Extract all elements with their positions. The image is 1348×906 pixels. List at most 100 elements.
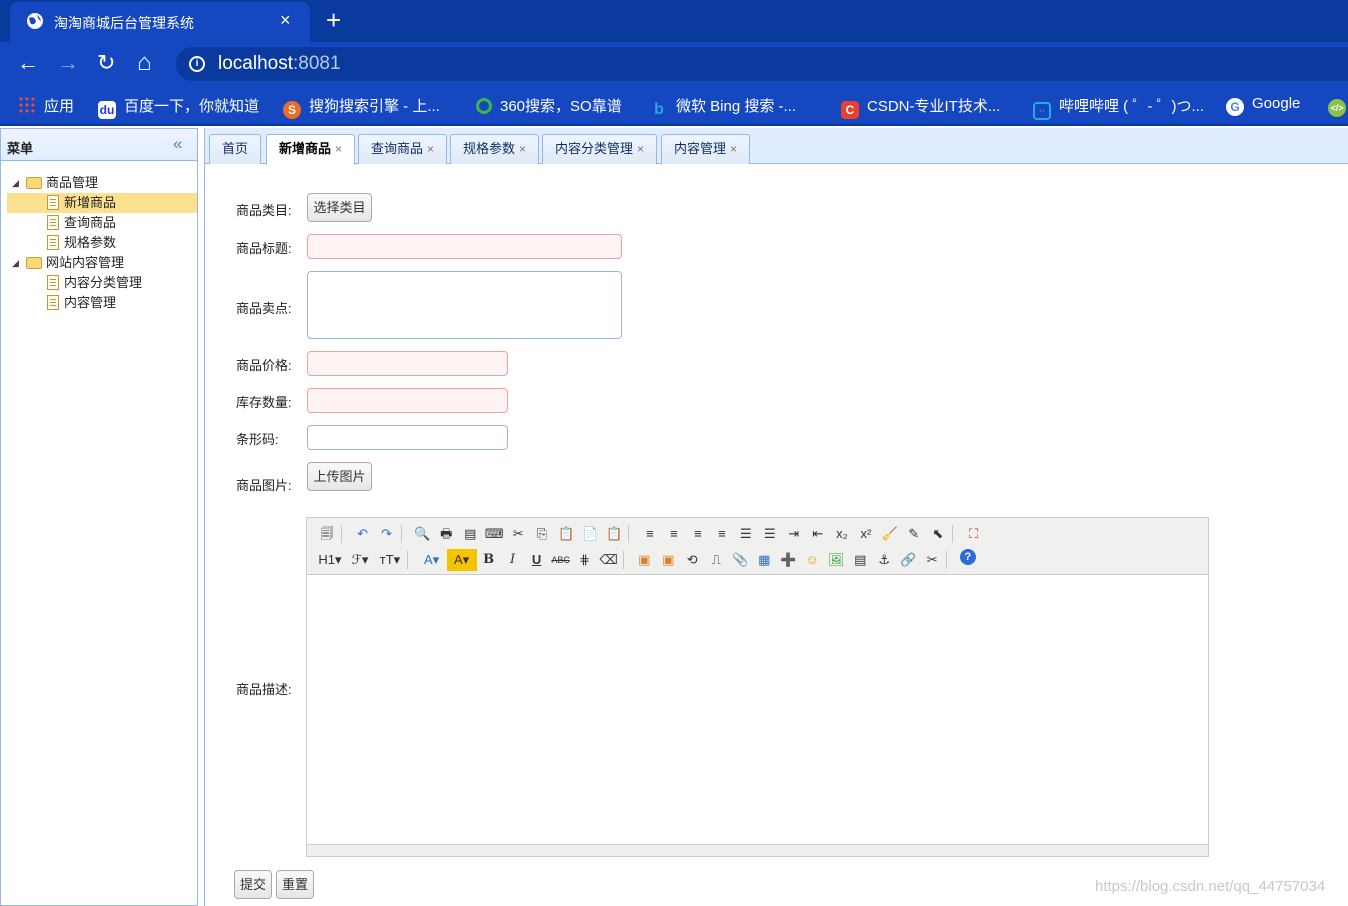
stock-input[interactable]: [307, 388, 508, 413]
site-info-icon[interactable]: i: [189, 56, 205, 72]
bold-icon[interactable]: B: [477, 549, 501, 571]
editor-resize-handle[interactable]: [307, 844, 1208, 856]
bookmark-apps[interactable]: 应用: [18, 95, 74, 115]
remove-format-icon[interactable]: ⌫: [597, 549, 621, 571]
justify-icon[interactable]: ≡: [710, 523, 734, 545]
expand-icon[interactable]: ◢: [12, 253, 19, 273]
sell-point-textarea[interactable]: [307, 271, 622, 339]
font-family-icon[interactable]: ℱ▾: [345, 549, 375, 571]
close-icon[interactable]: ×: [637, 142, 644, 156]
strikethrough-icon[interactable]: ABC: [549, 549, 573, 571]
subscript-icon[interactable]: x₂: [830, 523, 854, 545]
template-icon[interactable]: ▤: [458, 523, 482, 545]
line-height-icon[interactable]: ⋕: [573, 549, 597, 571]
expand-icon[interactable]: ◢: [12, 173, 19, 193]
address-bar[interactable]: i localhost:8081: [176, 47, 1348, 81]
upload-image-button[interactable]: 上传图片: [307, 462, 372, 491]
unlink-icon[interactable]: ✂: [920, 549, 944, 571]
browser-tab[interactable]: 淘淘商城后台管理系统 ×: [10, 2, 310, 42]
code-icon[interactable]: ⌨: [482, 523, 506, 545]
submit-button[interactable]: 提交: [234, 870, 272, 899]
bookmark-baidu[interactable]: du 百度一下，你就知道: [98, 95, 259, 119]
bookmark-google[interactable]: G Google: [1226, 95, 1300, 116]
bookmark-bing[interactable]: b 微软 Bing 搜索 -...: [650, 95, 796, 118]
cut-icon[interactable]: ✂: [506, 523, 530, 545]
outdent-icon[interactable]: ⇤: [806, 523, 830, 545]
horizontal-rule-icon[interactable]: ➕: [776, 549, 800, 571]
align-center-icon[interactable]: ≡: [662, 523, 686, 545]
price-input[interactable]: [307, 351, 508, 376]
reload-icon[interactable]: ↻: [97, 52, 115, 74]
page-break-icon[interactable]: ▤: [848, 549, 872, 571]
bookmark-360[interactable]: 360搜索，SO靠谱: [476, 95, 622, 115]
unordered-list-icon[interactable]: ☰: [758, 523, 782, 545]
insert-image-icon[interactable]: ▣: [632, 549, 656, 571]
tab-add-product[interactable]: 新增商品 ×: [266, 134, 356, 165]
bookmark-more[interactable]: </>: [1328, 95, 1348, 117]
tree-node-add-product[interactable]: 新增商品: [7, 193, 197, 213]
quick-format-icon[interactable]: ✎: [902, 523, 926, 545]
close-icon[interactable]: ×: [335, 142, 342, 156]
close-icon[interactable]: ×: [730, 142, 737, 156]
align-right-icon[interactable]: ≡: [686, 523, 710, 545]
link-icon[interactable]: 🔗: [896, 549, 920, 571]
clear-format-icon[interactable]: 🧹: [878, 523, 902, 545]
highlight-icon[interactable]: A▾: [446, 549, 477, 571]
copy-icon[interactable]: ⎘: [530, 523, 554, 545]
bookmark-sogou[interactable]: S 搜狗搜索引擎 - 上...: [283, 95, 440, 119]
preview-icon[interactable]: 🔍: [410, 523, 434, 545]
superscript-icon[interactable]: x²: [854, 523, 878, 545]
select-category-button[interactable]: 选择类目: [307, 193, 372, 222]
tab-content-category[interactable]: 内容分类管理 ×: [542, 134, 658, 164]
paste-text-icon[interactable]: 📄: [578, 523, 602, 545]
media-icon[interactable]: ⎍: [704, 549, 728, 571]
paste-icon[interactable]: 📋: [554, 523, 578, 545]
ordered-list-icon[interactable]: ☰: [734, 523, 758, 545]
barcode-input[interactable]: [307, 425, 508, 450]
font-size-icon[interactable]: ᴛT▾: [375, 549, 405, 571]
editor-content-area[interactable]: [307, 576, 1208, 844]
baidu-map-icon[interactable]: 🖼: [824, 549, 848, 571]
align-left-icon[interactable]: ≡: [638, 523, 662, 545]
fullscreen-icon[interactable]: ⛶: [962, 523, 986, 545]
tree-node-content-management[interactable]: 内容管理: [7, 293, 197, 313]
multi-image-icon[interactable]: ▣: [656, 549, 680, 571]
bookmark-bilibili[interactable]: ·· 哔哩哔哩 ( ゜- ゜)つ...: [1033, 95, 1204, 120]
collapse-icon[interactable]: «: [173, 134, 182, 154]
tree-node-content-category[interactable]: 内容分类管理: [7, 273, 197, 293]
attachment-icon[interactable]: 📎: [728, 549, 752, 571]
new-tab-button[interactable]: +: [326, 5, 341, 36]
tab-spec-params[interactable]: 规格参数 ×: [450, 134, 540, 164]
source-icon[interactable]: 🗐: [315, 523, 339, 545]
redo-icon[interactable]: ↷: [375, 523, 399, 545]
tab-query-product[interactable]: 查询商品 ×: [358, 134, 448, 164]
table-icon[interactable]: ▦: [752, 549, 776, 571]
underline-icon[interactable]: U: [525, 549, 549, 571]
flash-icon[interactable]: ⟲: [680, 549, 704, 571]
home-icon[interactable]: ⌂: [137, 51, 152, 75]
close-icon[interactable]: ×: [519, 142, 526, 156]
indent-icon[interactable]: ⇥: [782, 523, 806, 545]
heading-icon[interactable]: H1▾: [315, 549, 345, 571]
tree-node-product-management[interactable]: ◢ 商品管理: [7, 173, 197, 193]
title-input[interactable]: [307, 234, 622, 259]
close-tab-icon[interactable]: ×: [280, 10, 291, 31]
bookmark-csdn[interactable]: C CSDN-专业IT技术...: [841, 95, 1000, 119]
tree-node-spec-params[interactable]: 规格参数: [7, 233, 197, 253]
select-all-icon[interactable]: ⬉: [926, 523, 950, 545]
emoticon-icon[interactable]: ☺: [800, 549, 824, 571]
print-icon[interactable]: 🖶: [434, 523, 458, 545]
undo-icon[interactable]: ↶: [351, 523, 375, 545]
help-icon[interactable]: ?: [956, 549, 980, 571]
tab-content-management[interactable]: 内容管理 ×: [661, 134, 751, 164]
anchor-icon[interactable]: ⚓: [872, 549, 896, 571]
forward-icon[interactable]: →: [57, 52, 79, 74]
close-icon[interactable]: ×: [427, 142, 434, 156]
tree-node-site-content[interactable]: ◢ 网站内容管理: [7, 253, 197, 273]
tree-node-query-product[interactable]: 查询商品: [7, 213, 197, 233]
italic-icon[interactable]: I: [501, 549, 525, 571]
tab-home[interactable]: 首页: [209, 134, 262, 164]
reset-button[interactable]: 重置: [276, 870, 314, 899]
paste-word-icon[interactable]: 📋: [602, 523, 626, 545]
font-color-icon[interactable]: A▾: [417, 549, 447, 571]
